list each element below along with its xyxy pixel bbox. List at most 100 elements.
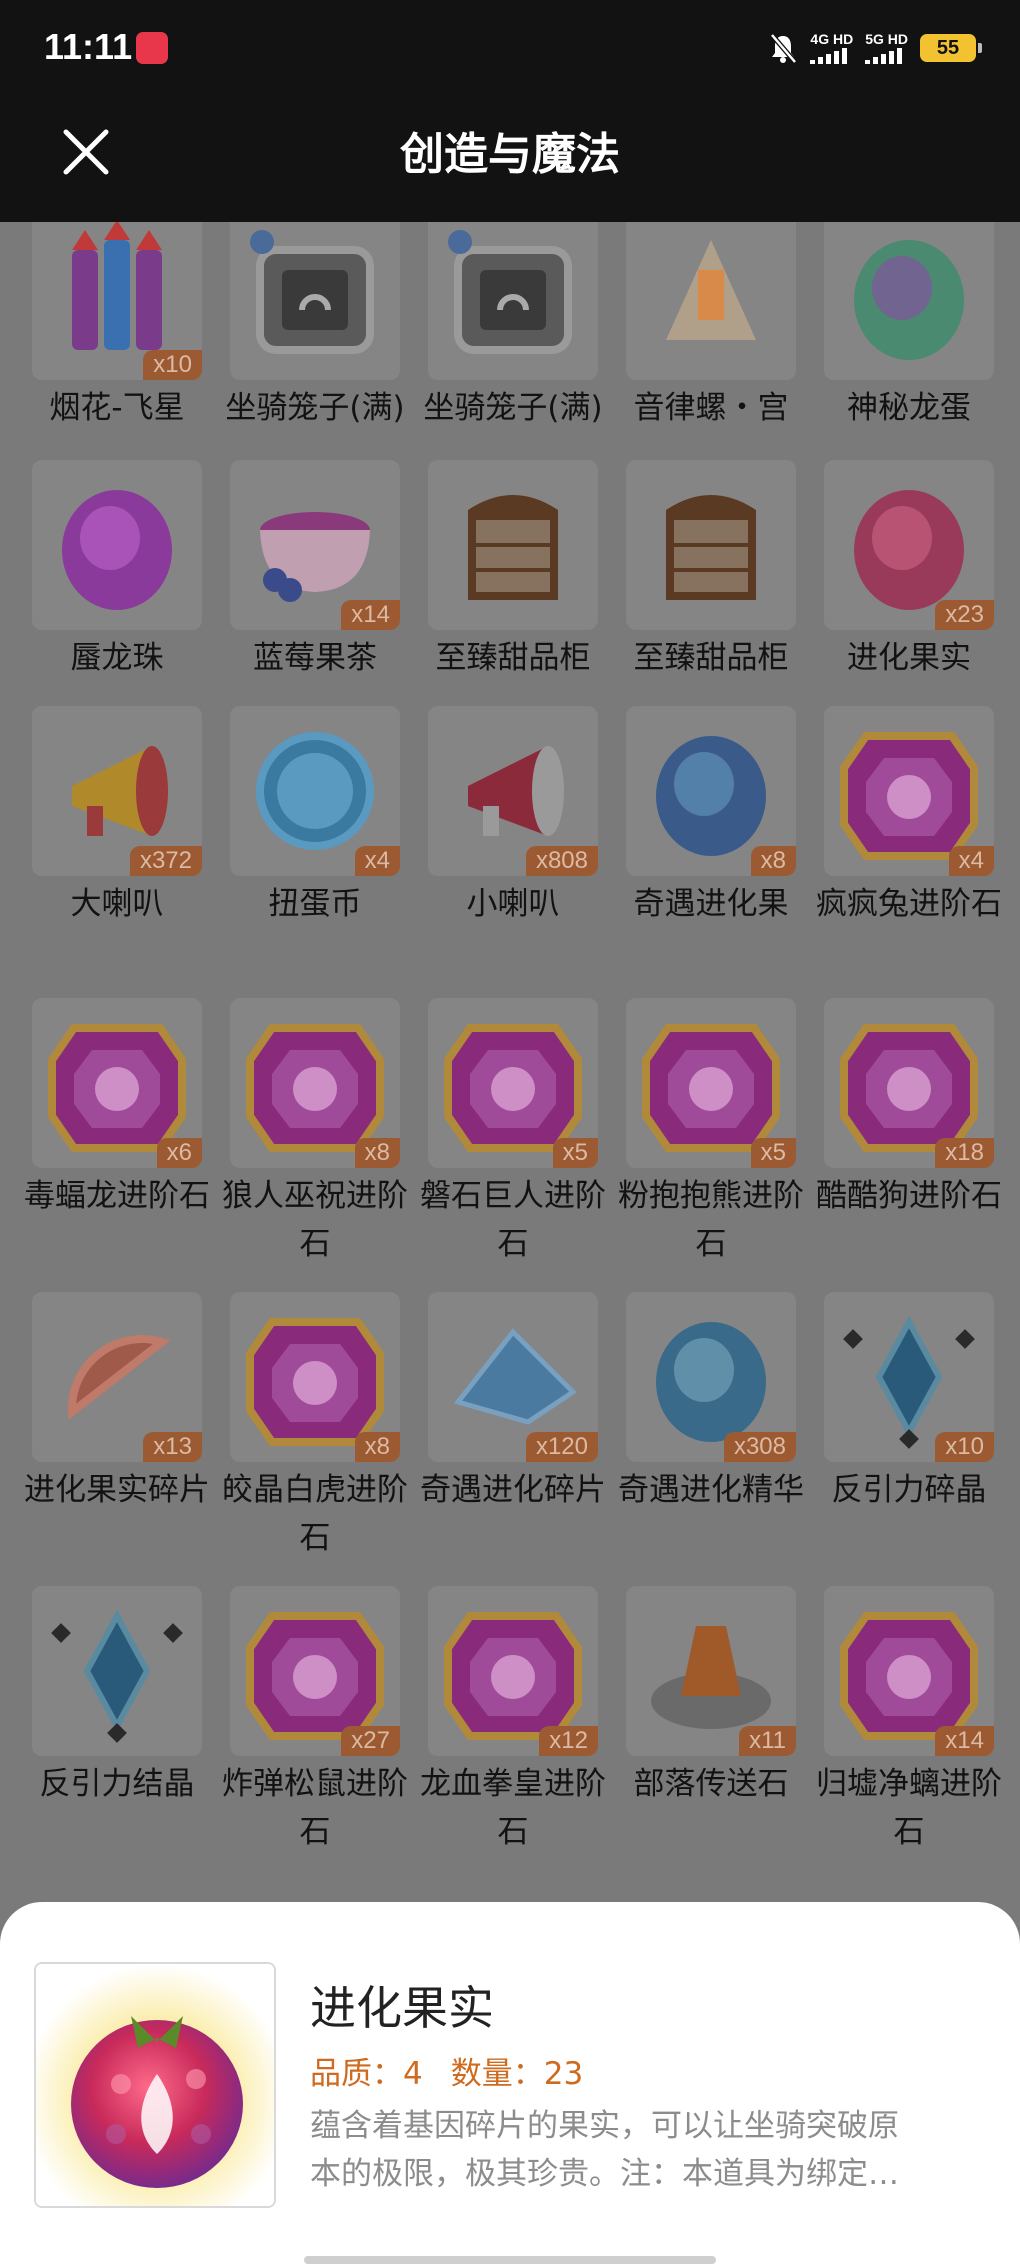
item-quantity-badge: x8	[354, 1432, 400, 1462]
status-bar: 11:11 4G HD 5G HD 55	[0, 0, 1020, 96]
item-thumbnail: x4	[230, 706, 400, 876]
item-thumbnail	[428, 222, 598, 380]
item-quantity-badge: x14	[341, 600, 400, 630]
item-name: 小喇叭	[466, 886, 560, 922]
item-name: 酷酷狗进阶石	[816, 1178, 1002, 1214]
inventory-item[interactable]: x6 毒蝠龙进阶石	[18, 998, 216, 1220]
item-thumbnail: x5	[428, 998, 598, 1168]
item-thumbnail: x4	[824, 706, 994, 876]
item-name: 皎晶白虎进阶石	[222, 1472, 408, 1556]
battery-indicator: 55	[920, 34, 982, 62]
item-quantity-badge: x808	[525, 846, 598, 876]
item-quantity-badge: x27	[341, 1726, 400, 1756]
header: 创造与魔法	[0, 96, 1020, 222]
item-name: 龙血拳皇进阶石	[420, 1766, 606, 1850]
item-thumbnail: x8	[626, 706, 796, 876]
inventory-item[interactable]: x11 部落传送石	[612, 1586, 810, 1808]
item-name: 烟花-飞星	[49, 390, 185, 426]
item-thumbnail: x120	[428, 1292, 598, 1462]
item-name: 奇遇进化精华	[618, 1472, 804, 1508]
item-quantity-badge: x120	[525, 1432, 598, 1462]
item-thumbnail	[230, 222, 400, 380]
item-thumbnail: x8	[230, 1292, 400, 1462]
inventory-item[interactable]: x14 蓝莓果茶	[216, 460, 414, 682]
inventory-item[interactable]: x13 进化果实碎片	[18, 1292, 216, 1514]
inventory-item[interactable]: 坐骑笼子(满)	[414, 222, 612, 432]
inventory-item[interactable]: x4 扭蛋币	[216, 706, 414, 928]
item-quantity-badge: x12	[539, 1726, 598, 1756]
item-thumbnail	[824, 222, 994, 380]
item-quantity-badge: x308	[723, 1432, 796, 1462]
inventory-item[interactable]: 坐骑笼子(满)	[216, 222, 414, 432]
item-quantity-badge: x5	[552, 1138, 598, 1168]
status-time: 11:11	[44, 26, 133, 67]
home-indicator[interactable]	[304, 2256, 716, 2264]
item-thumbnail	[32, 460, 202, 630]
inventory-item[interactable]: 神秘龙蛋	[810, 222, 1008, 432]
item-quantity-badge: x8	[354, 1138, 400, 1168]
inventory-item[interactable]: x5 粉抱抱熊进阶石	[612, 998, 810, 1268]
item-quantity-badge: x372	[129, 846, 202, 876]
inventory-item[interactable]: x14 归墟净螭进阶石	[810, 1586, 1008, 1856]
item-thumbnail: x808	[428, 706, 598, 876]
item-name: 归墟净螭进阶石	[816, 1766, 1002, 1850]
detail-description: 蕴含着基因碎片的果实，可以让坐骑突破原 本的极限，极其珍贵。注：本道具为绑定…	[310, 2108, 899, 2192]
network-signal-2: 5G HD	[865, 32, 908, 64]
cage-icon	[448, 230, 572, 354]
inventory-item[interactable]: x808 小喇叭	[414, 706, 612, 928]
item-thumbnail: x13	[32, 1292, 202, 1462]
item-quantity-badge: x8	[750, 846, 796, 876]
inventory-item[interactable]: x8 奇遇进化果	[612, 706, 810, 928]
item-thumbnail	[626, 460, 796, 630]
item-name: 音律螺・宫	[633, 390, 789, 426]
inventory-item[interactable]: x120 奇遇进化碎片	[414, 1292, 612, 1514]
network-signal-1: 4G HD	[810, 32, 853, 64]
item-name: 狼人巫祝进阶石	[222, 1178, 408, 1262]
orb-icon	[62, 490, 172, 610]
evolution-fruit-icon	[34, 1962, 276, 2208]
item-thumbnail: x6	[32, 998, 202, 1168]
item-name: 疯疯兔进阶石	[816, 886, 1002, 922]
inventory-item[interactable]: x5 磐石巨人进阶石	[414, 998, 612, 1268]
item-quantity-badge: x18	[935, 1138, 994, 1168]
mute-bell-icon	[770, 33, 798, 64]
inventory-item[interactable]: x12 龙血拳皇进阶石	[414, 1586, 612, 1856]
cabinet-icon	[468, 495, 558, 600]
item-quantity-badge: x10	[143, 350, 202, 380]
item-quantity-badge: x5	[750, 1138, 796, 1168]
item-quantity-badge: x14	[935, 1726, 994, 1756]
inventory-item[interactable]: x8 狼人巫祝进阶石	[216, 998, 414, 1268]
item-name: 部落传送石	[633, 1766, 789, 1802]
item-name: 进化果实	[847, 640, 971, 676]
item-thumbnail: x23	[824, 460, 994, 630]
item-name: 炸弹松鼠进阶石	[222, 1766, 408, 1850]
item-quantity-badge: x13	[143, 1432, 202, 1462]
inventory-item[interactable]: 至臻甜品柜	[612, 460, 810, 682]
inventory-item[interactable]: 反引力结晶	[18, 1586, 216, 1808]
inventory-item[interactable]: x8 皎晶白虎进阶石	[216, 1292, 414, 1562]
inventory-item[interactable]: 至臻甜品柜	[414, 460, 612, 682]
inventory-item[interactable]: 音律螺・宫	[612, 222, 810, 432]
item-thumbnail: x308	[626, 1292, 796, 1462]
inventory-item[interactable]: x4 疯疯兔进阶石	[810, 706, 1008, 928]
cabinet-icon	[666, 495, 756, 600]
item-name: 大喇叭	[70, 886, 164, 922]
item-thumbnail: x372	[32, 706, 202, 876]
item-name: 坐骑笼子(满)	[423, 390, 603, 426]
item-thumbnail: x27	[230, 1586, 400, 1756]
inventory-item[interactable]: x18 酷酷狗进阶石	[810, 998, 1008, 1220]
item-thumbnail: x14	[824, 1586, 994, 1756]
inventory-item[interactable]: x23 进化果实	[810, 460, 1008, 682]
item-name: 奇遇进化碎片	[420, 1472, 606, 1508]
inventory-item[interactable]: x372 大喇叭	[18, 706, 216, 928]
app-notification-icon	[136, 32, 168, 64]
inventory-item[interactable]: x10 烟花-飞星	[18, 222, 216, 432]
item-thumbnail: x11	[626, 1586, 796, 1756]
inventory-item[interactable]: x10 反引力碎晶	[810, 1292, 1008, 1514]
inventory-item[interactable]: x308 奇遇进化精华	[612, 1292, 810, 1514]
cage-icon	[250, 230, 374, 354]
inventory-item[interactable]: 蜃龙珠	[18, 460, 216, 682]
detail-quality: 品质：4	[310, 2056, 423, 2092]
item-quantity-badge: x11	[739, 1726, 796, 1756]
inventory-item[interactable]: x27 炸弹松鼠进阶石	[216, 1586, 414, 1856]
